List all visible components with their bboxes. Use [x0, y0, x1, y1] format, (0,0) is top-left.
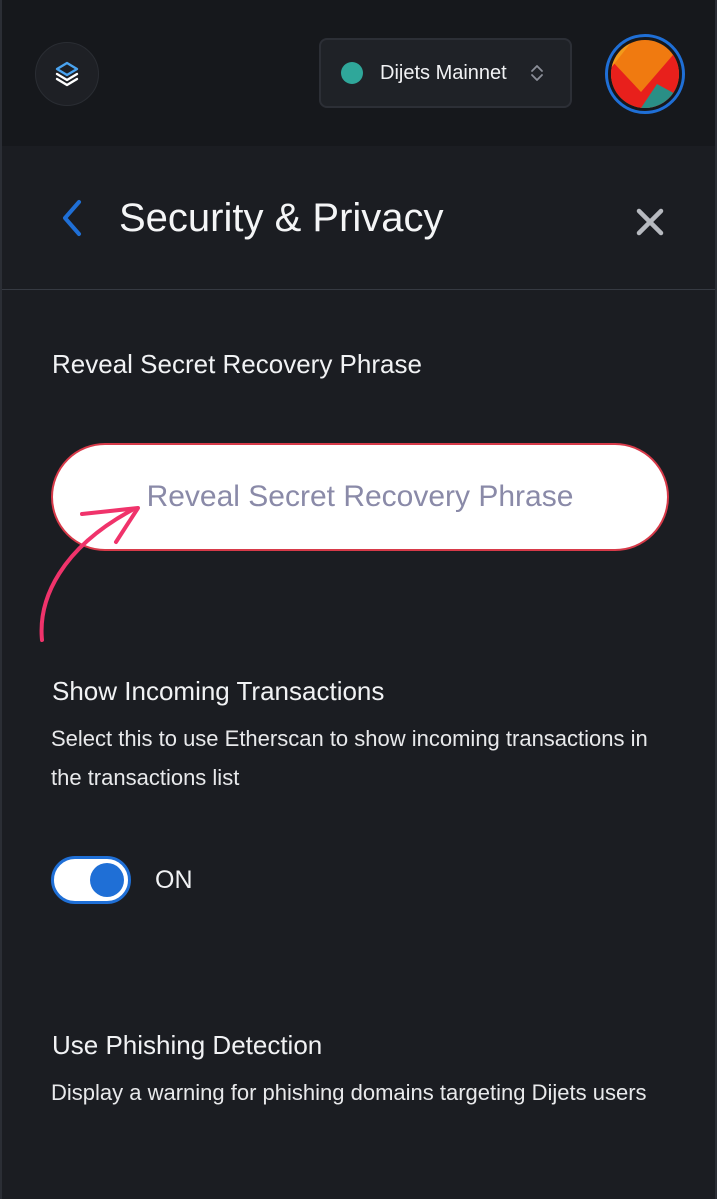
network-label: Dijets Mainnet — [380, 61, 507, 84]
close-icon — [636, 208, 664, 236]
settings-page: Dijets Mainnet Security & Privacy Reveal… — [0, 0, 717, 1199]
chevron-up-down-icon — [522, 63, 552, 83]
phishing-detection-heading: Use Phishing Detection — [52, 1030, 323, 1060]
app-header: Dijets Mainnet — [2, 0, 715, 146]
incoming-tx-toggle[interactable] — [51, 856, 131, 904]
network-selector[interactable]: Dijets Mainnet — [319, 38, 572, 108]
back-button[interactable] — [54, 196, 90, 240]
close-button[interactable] — [630, 202, 670, 242]
reveal-srp-heading: Reveal Secret Recovery Phrase — [52, 349, 422, 379]
page-header: Security & Privacy — [2, 146, 715, 290]
pointer-arrow-annotation — [39, 506, 140, 642]
incoming-tx-toggle-label: ON — [155, 866, 193, 894]
network-status-dot — [341, 62, 363, 84]
incoming-tx-description: Select this to use Etherscan to show inc… — [51, 726, 648, 790]
chevron-left-icon — [63, 200, 81, 236]
app-logo[interactable] — [35, 42, 99, 106]
page-title: Security & Privacy — [119, 196, 444, 240]
account-identicon — [611, 40, 679, 108]
incoming-tx-heading: Show Incoming Transactions — [52, 676, 385, 706]
toggle-knob — [90, 863, 124, 897]
phishing-detection-description: Display a warning for phishing domains t… — [51, 1080, 647, 1105]
layers-logo-icon — [55, 61, 79, 87]
account-menu-button[interactable] — [605, 34, 685, 114]
